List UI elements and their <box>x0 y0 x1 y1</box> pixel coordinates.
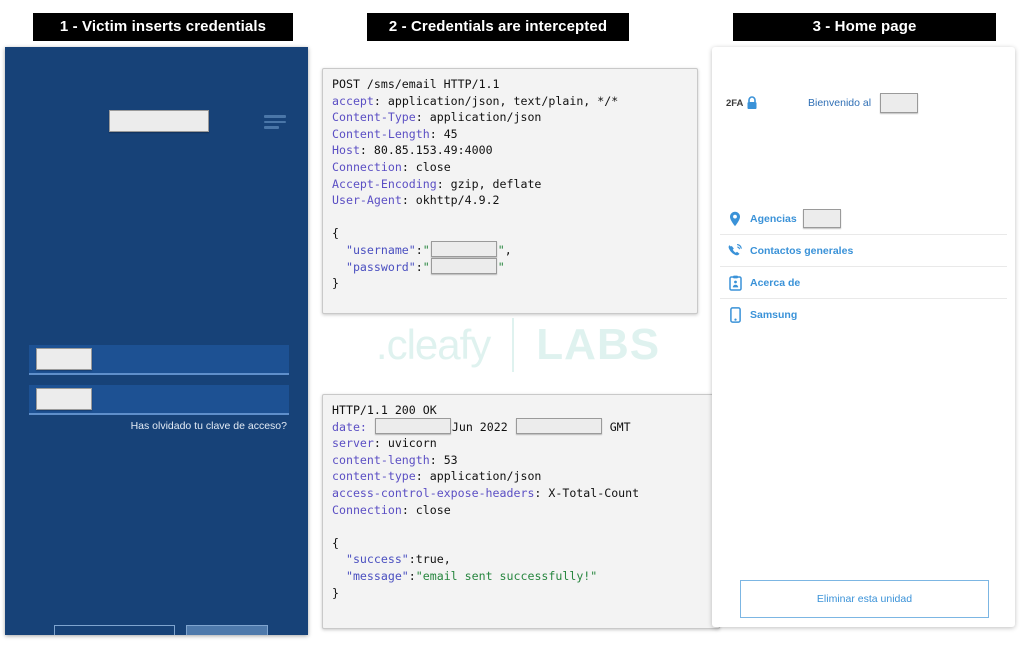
date-timezone: GMT <box>609 419 631 434</box>
json-key-success: "success" <box>345 552 409 567</box>
http-response-panel: HTTP/1.1 200 OK date: Jun 2022 GMT serve… <box>322 394 720 629</box>
header-key: Content-Type <box>332 110 416 125</box>
header-key: User-Agent <box>332 193 402 208</box>
json-key-password: "password" <box>345 259 416 274</box>
delete-unit-button[interactable]: Eliminar esta unidad <box>740 580 989 618</box>
smartphone-icon <box>720 306 750 323</box>
status-line: HTTP/1.1 200 OK <box>332 403 437 417</box>
forgot-password-link[interactable]: Has olvidado tu clave de acceso? <box>131 420 287 432</box>
redacted-agencias-value <box>802 209 841 228</box>
header-value: okhttp/4.9.2 <box>408 193 500 208</box>
header-key: server <box>332 436 374 451</box>
header-value: application/json <box>422 110 542 125</box>
hamburger-line <box>264 115 286 118</box>
redacted-bank-logo <box>109 110 209 132</box>
screenshot-stage: 1 - Victim inserts credentials 2 - Crede… <box>0 0 1024 650</box>
date-month-year: Jun 2022 <box>451 419 508 434</box>
redacted-date-day <box>374 418 451 435</box>
header-value: uvicorn <box>380 436 437 451</box>
clipboard-info-icon <box>720 275 750 291</box>
sign-in-button[interactable]: Iniciar sesion <box>186 625 268 635</box>
menu-item-agencias[interactable]: Agencias <box>720 203 1007 235</box>
watermark-brand: .cleafy <box>375 321 491 368</box>
menu-item-contactos-generales[interactable]: Contactos generales <box>720 235 1007 267</box>
header-key: Accept-Encoding <box>332 176 437 191</box>
menu-item-samsung[interactable]: Samsung <box>720 299 1007 330</box>
redacted-password-value <box>36 388 92 410</box>
header-value: application/json <box>422 469 542 484</box>
body-close-brace: } <box>332 276 339 291</box>
header-key: access-control-expose-headers <box>332 485 535 500</box>
create-access-key-button[interactable]: Crear clave de acceso <box>54 625 175 635</box>
header-value: close <box>408 159 451 174</box>
lock-icon <box>747 96 757 109</box>
watermark-divider <box>512 318 515 372</box>
redacted-password-credential <box>430 258 497 275</box>
menu-item-acerca-de[interactable]: Acerca de <box>720 267 1007 299</box>
header-value: 45 <box>436 126 458 141</box>
json-key-message: "message" <box>345 568 409 583</box>
json-value-success: true, <box>415 552 451 567</box>
header-key: Connection <box>332 502 402 517</box>
header-key: Content-Length <box>332 126 430 141</box>
header-key: accept <box>332 93 374 108</box>
redacted-bank-name <box>880 93 918 113</box>
step-banner-3: 3 - Home page <box>733 13 996 41</box>
step-banner-1: 1 - Victim inserts credentials <box>33 13 293 41</box>
watermark-labs: LABS <box>536 320 661 369</box>
step-banner-2: 2 - Credentials are intercepted <box>367 13 629 41</box>
header-value: application/json, text/plain, */* <box>380 93 619 108</box>
welcome-text: Bienvenido al <box>808 97 872 109</box>
menu-item-label: Samsung <box>750 308 798 321</box>
body-open-brace: { <box>332 226 339 241</box>
phishing-login-panel: Has olvidado tu clave de acceso? Crear c… <box>5 47 308 635</box>
header-key: Connection <box>332 159 402 174</box>
redacted-username-credential <box>430 241 497 258</box>
phone-ring-icon <box>720 243 750 259</box>
http-request-panel: POST /sms/email HTTP/1.1 accept: applica… <box>322 68 698 314</box>
twofa-label: 2FA <box>726 98 744 109</box>
header-value: X-Total-Count <box>541 485 640 500</box>
header-value: close <box>408 502 451 517</box>
menu-item-label: Contactos generales <box>750 244 854 257</box>
json-key-username: "username" <box>345 242 416 257</box>
hamburger-line <box>264 120 286 123</box>
header-value: 80.85.153.49:4000 <box>366 143 493 158</box>
cleafy-labs-watermark: .cleafy LABS <box>318 310 718 380</box>
header-key: content-length <box>332 452 430 467</box>
hamburger-menu-icon[interactable] <box>264 115 286 130</box>
login-top-bar <box>5 47 308 103</box>
redacted-username-value <box>36 348 92 370</box>
menu-item-label: Agencias <box>750 212 797 225</box>
json-value-message: "email sent successfully!" <box>415 568 598 583</box>
menu-item-label: Acerca de <box>750 276 801 289</box>
redacted-date-time <box>515 418 602 435</box>
request-line: POST /sms/email HTTP/1.1 <box>332 77 500 91</box>
home-page-panel: 2FA Bienvenido al Agencias Contactos gen… <box>712 47 1015 627</box>
date-header-key: date: <box>332 419 367 434</box>
password-input[interactable] <box>29 385 289 415</box>
username-input[interactable] <box>29 345 289 375</box>
home-menu-list: Agencias Contactos generales Acerca de S… <box>720 203 1007 330</box>
body-open-brace: { <box>332 535 339 550</box>
header-value: 53 <box>436 452 458 467</box>
hamburger-line <box>264 126 279 129</box>
location-pin-icon <box>720 211 750 227</box>
header-key: content-type <box>332 469 416 484</box>
header-value: gzip, deflate <box>443 176 542 191</box>
header-key: Host <box>332 143 360 158</box>
body-close-brace: } <box>332 585 339 600</box>
